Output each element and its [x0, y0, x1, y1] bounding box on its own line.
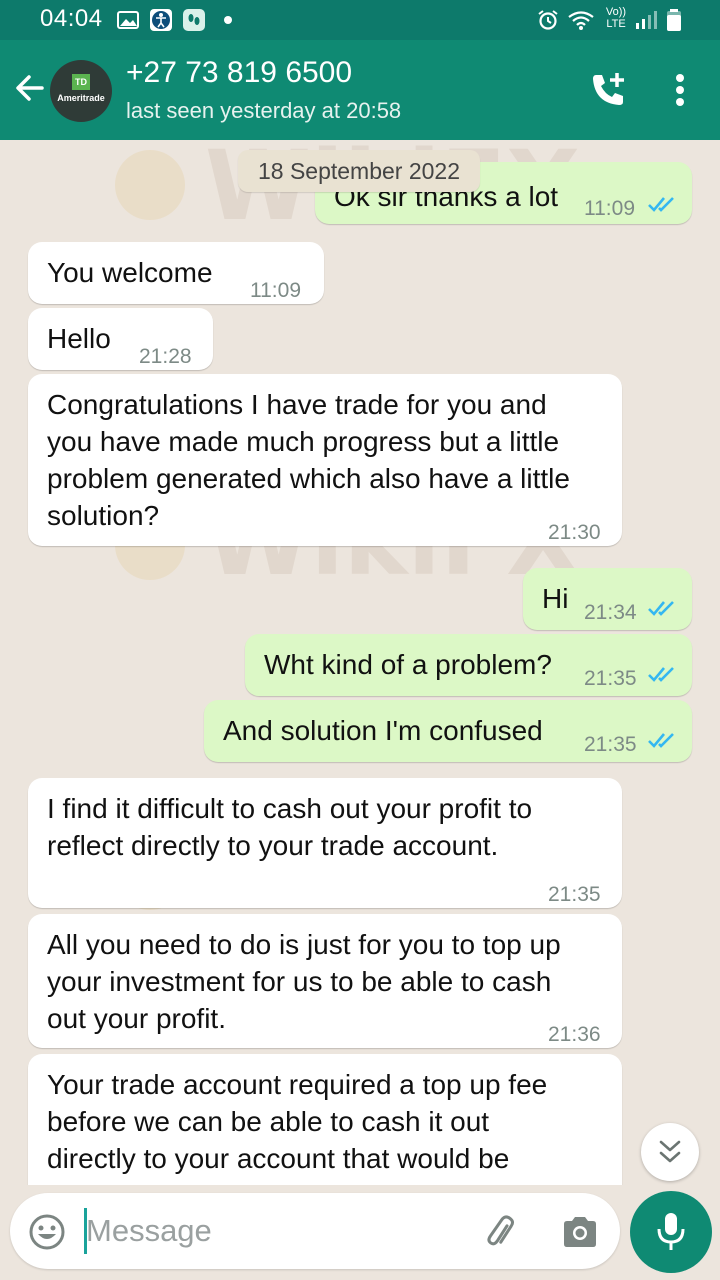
message-text: All you need to do is just for you to to… — [47, 929, 561, 1034]
message-text: Wht kind of a problem? — [264, 649, 552, 680]
message-time: 21:30 — [548, 521, 601, 544]
message-text: I find it difficult to cash out your pro… — [47, 793, 533, 861]
date-divider: 18 September 2022 — [238, 150, 480, 192]
status-time: 04:04 — [40, 5, 103, 32]
message-bubble-incoming[interactable]: You welcome 11:09 — [28, 242, 324, 304]
message-bubble-incoming[interactable]: Your trade account required a top up fee… — [28, 1054, 622, 1185]
message-time: 21:35 — [584, 733, 637, 756]
more-vert-icon[interactable] — [670, 70, 690, 110]
double-check-icon — [648, 601, 674, 616]
message-bubble-incoming[interactable]: Hello 21:28 — [28, 308, 213, 370]
avatar-logo: TD — [72, 74, 90, 90]
back-arrow-icon[interactable] — [12, 70, 48, 106]
chat-area[interactable]: WikiFX WikiFX WikiFX WikiFX Ok sir thank… — [0, 140, 720, 1185]
double-chevron-down-icon — [659, 1140, 681, 1163]
status-bar: 04:04 Vo)) LTE — [0, 0, 720, 40]
volte-indicator: Vo)) LTE — [605, 6, 627, 30]
double-check-icon — [648, 733, 674, 748]
gallery-icon — [117, 11, 139, 29]
message-text: Hello — [47, 323, 111, 354]
battery-icon — [667, 9, 681, 31]
notification-dot-icon — [224, 16, 232, 24]
avatar-brand: Ameritrade — [57, 93, 105, 103]
message-bubble-incoming[interactable]: I find it difficult to cash out your pro… — [28, 778, 622, 908]
message-text: You welcome — [47, 257, 213, 288]
message-bubble-incoming[interactable]: All you need to do is just for you to to… — [28, 914, 622, 1048]
double-check-icon — [648, 197, 674, 212]
steps-app-icon — [183, 9, 205, 31]
message-text: And solution I'm confused — [223, 715, 543, 746]
message-time: 21:36 — [548, 1023, 601, 1046]
message-text: Hi — [542, 583, 569, 614]
message-composer[interactable] — [10, 1193, 620, 1269]
message-bubble-incoming[interactable]: Congratulations I have trade for you and… — [28, 374, 622, 546]
contact-name[interactable]: +27 73 819 6500 — [126, 56, 352, 90]
wifi-icon — [568, 11, 594, 30]
signal-icon — [636, 11, 657, 29]
accessibility-icon — [150, 9, 172, 31]
last-seen-status: last seen yesterday at 20:58 — [126, 98, 402, 123]
message-time: 21:28 — [139, 345, 192, 368]
message-time: 21:34 — [584, 601, 637, 624]
paperclip-icon[interactable] — [482, 1213, 520, 1251]
message-bubble-outgoing[interactable]: Wht kind of a problem? 21:35 — [245, 634, 692, 696]
composer-bar — [0, 1185, 720, 1280]
message-bubble-outgoing[interactable]: Hi 21:34 — [523, 568, 692, 630]
double-check-icon — [648, 667, 674, 682]
add-call-icon[interactable] — [588, 70, 628, 110]
watermark-badge — [115, 150, 185, 220]
mic-button[interactable] — [630, 1191, 712, 1273]
message-time: 11:09 — [584, 197, 635, 220]
alarm-icon — [538, 10, 558, 30]
scroll-to-bottom-button[interactable] — [641, 1123, 699, 1181]
message-time: 21:35 — [584, 667, 637, 690]
emoji-icon[interactable] — [28, 1213, 66, 1251]
mic-icon — [657, 1213, 685, 1250]
camera-icon[interactable] — [560, 1213, 600, 1251]
avatar[interactable]: TD Ameritrade — [50, 60, 112, 122]
message-time: 11:09 — [250, 279, 301, 302]
message-text: Congratulations I have trade for you and… — [47, 389, 570, 531]
message-text: Your trade account required a top up fee… — [47, 1069, 548, 1185]
chat-header: TD Ameritrade +27 73 819 6500 last seen … — [0, 40, 720, 140]
message-input[interactable] — [86, 1207, 456, 1255]
message-time: 21:35 — [548, 883, 601, 906]
message-bubble-outgoing[interactable]: And solution I'm confused 21:35 — [204, 700, 692, 762]
